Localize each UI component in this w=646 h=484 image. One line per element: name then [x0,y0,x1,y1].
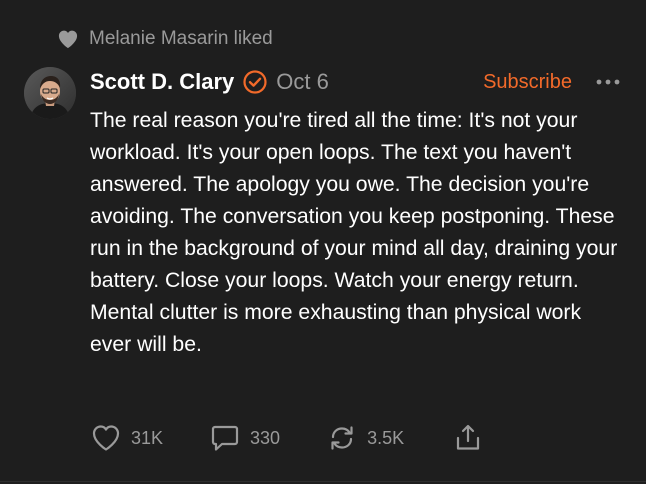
like-count: 31K [131,427,164,448]
comment-button[interactable]: 330 [209,422,280,454]
verified-badge-icon [242,69,268,95]
author-name[interactable]: Scott D. Clary [90,69,234,95]
heart-filled-icon [57,28,79,50]
restack-button[interactable]: 3.5K [326,422,404,454]
activity-header: Melanie Masarin liked [57,27,273,51]
post-date[interactable]: Oct 6 [276,69,329,95]
avatar[interactable] [24,67,76,119]
more-horizontal-icon[interactable] [594,72,622,92]
divider [0,481,646,482]
comment-count: 330 [250,427,281,448]
heart-outline-icon [90,422,122,454]
post-actions: 31K 330 3.5K [90,421,484,455]
restack-count: 3.5K [367,427,405,448]
post-body-text[interactable]: The real reason you're tired all the tim… [90,105,620,361]
share-button[interactable] [452,422,484,454]
post-header: Scott D. Clary Oct 6 Subscribe [90,66,620,98]
subscribe-button[interactable]: Subscribe [483,71,572,94]
comment-icon [209,422,241,454]
share-icon [452,422,484,454]
like-button[interactable]: 31K [90,422,163,454]
restack-icon [326,422,358,454]
liked-by-text[interactable]: Melanie Masarin liked [89,28,273,50]
